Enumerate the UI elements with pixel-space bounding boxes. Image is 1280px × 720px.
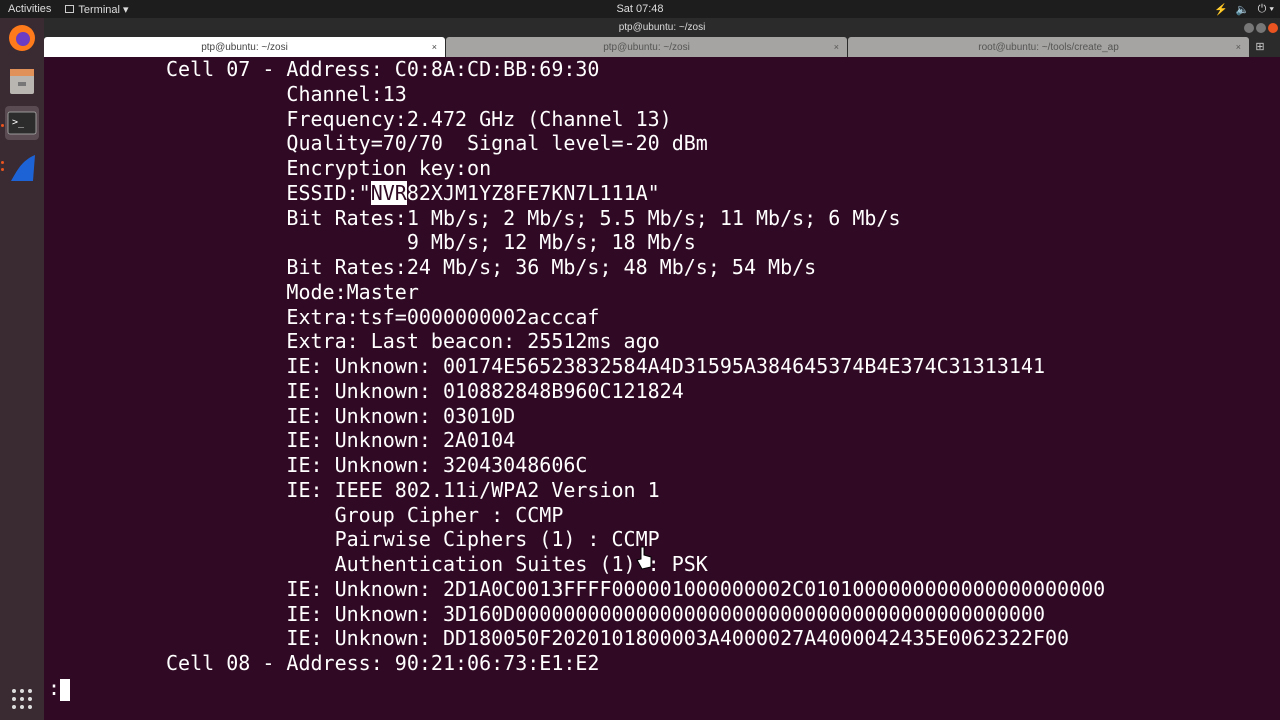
tab-label: root@ubuntu: ~/tools/create_ap xyxy=(978,41,1119,53)
files-icon[interactable] xyxy=(5,64,39,98)
firefox-icon[interactable] xyxy=(5,21,39,55)
terminal-line: IE: Unknown: 010882848B960C121824 xyxy=(166,378,684,403)
wireshark-icon[interactable] xyxy=(5,151,39,185)
terminal-line: IE: Unknown: 32043048606C xyxy=(166,453,588,477)
svg-text:>_: >_ xyxy=(12,117,25,128)
terminal-line: Pairwise Ciphers (1) : CCMP xyxy=(166,527,660,552)
tab-label: ptp@ubuntu: ~/zosi xyxy=(201,41,288,53)
terminal-line: Authentication Suites (1) : PSK xyxy=(166,552,708,576)
terminal-line: Frequency:2.472 GHz (Channel 13) xyxy=(166,106,672,131)
terminal-line: Group Cipher : CCMP xyxy=(166,502,564,527)
pager-prompt[interactable]: : xyxy=(48,676,71,701)
terminal-line: Cell 08 - Address: 90:21:06:73:E1:E2 xyxy=(166,651,600,675)
terminal-line: IE: Unknown: 3D160D000000000000000000000… xyxy=(166,601,1045,626)
tab-label: ptp@ubuntu: ~/zosi xyxy=(603,41,690,53)
terminal-line: 9 Mb/s; 12 Mb/s; 18 Mb/s xyxy=(166,230,696,255)
terminal-line: Mode:Master xyxy=(166,279,419,304)
app-menu-label: Terminal ▾ xyxy=(78,3,129,16)
close-tab-icon[interactable]: × xyxy=(834,42,839,52)
tab-3[interactable]: root@ubuntu: ~/tools/create_ap × xyxy=(848,37,1249,57)
terminal-line: IE: Unknown: 00174E56523832584A4D31595A3… xyxy=(166,354,1045,378)
prompt-text: : xyxy=(48,676,61,700)
dock: >_ xyxy=(0,18,44,720)
minimize-button[interactable] xyxy=(1244,23,1254,33)
close-window-button[interactable] xyxy=(1268,23,1278,33)
terminal-line: Extra:tsf=0000000002acccaf xyxy=(166,304,600,329)
window-title: ptp@ubuntu: ~/zosi xyxy=(618,22,706,33)
system-menu[interactable]: ⚡ 🔈 ⏻ ▾ xyxy=(1214,3,1274,16)
power-icon: ⏻ ▾ xyxy=(1257,2,1274,15)
terminal-line: IE: IEEE 802.11i/WPA2 Version 1 xyxy=(166,477,660,502)
running-indicator xyxy=(1,168,4,171)
close-tab-icon[interactable]: × xyxy=(1236,42,1241,52)
top-bar: Activities Terminal ▾ Sat 07:48 ⚡ 🔈 ⏻ ▾ xyxy=(0,0,1280,18)
volume-icon: 🔈 xyxy=(1235,3,1250,16)
terminal-line: Encryption key:on xyxy=(166,156,492,180)
show-apps-icon[interactable] xyxy=(5,682,39,716)
running-indicator xyxy=(1,161,4,164)
tab-2[interactable]: ptp@ubuntu: ~/zosi × xyxy=(446,37,847,57)
network-icon: ⚡ xyxy=(1214,3,1228,16)
terminal-small-icon xyxy=(65,5,75,13)
app-menu[interactable]: Terminal ▾ xyxy=(65,3,129,16)
close-tab-icon[interactable]: × xyxy=(432,42,437,52)
terminal-icon[interactable]: >_ xyxy=(5,106,39,140)
clock[interactable]: Sat 07:48 xyxy=(0,3,1280,15)
terminal-line: Bit Rates:24 Mb/s; 36 Mb/s; 48 Mb/s; 54 … xyxy=(166,255,817,279)
terminal-line: Quality=70/70 Signal level=-20 dBm xyxy=(166,131,708,156)
selected-text: NVR xyxy=(370,180,407,205)
terminal-line: Extra: Last beacon: 25512ms ago xyxy=(166,329,660,354)
terminal-output[interactable]: Cell 07 - Address: C0:8A:CD:BB:69:30 Cha… xyxy=(44,57,1280,720)
terminal-line: Cell 07 - Address: C0:8A:CD:BB:69:30 xyxy=(166,57,600,81)
running-indicator xyxy=(1,124,4,127)
essid-prefix: ESSID:" xyxy=(166,180,371,205)
terminal-line: ESSID:"NVR82XJM1YZ8FE7KN7L111A" xyxy=(166,180,1280,206)
tab-bar: ptp@ubuntu: ~/zosi × ptp@ubuntu: ~/zosi × … xyxy=(44,37,1280,57)
window-title-bar: ptp@ubuntu: ~/zosi xyxy=(44,18,1280,37)
terminal-line: IE: Unknown: 2D1A0C0013FFFF0000010000000… xyxy=(166,576,1106,601)
mouse-pointer-icon xyxy=(636,546,652,570)
terminal-line: IE: Unknown: 03010D xyxy=(166,403,516,428)
text-cursor xyxy=(60,678,71,701)
maximize-button[interactable] xyxy=(1256,23,1266,33)
terminal-line: Channel:13 xyxy=(166,81,407,106)
new-tab-button[interactable]: ⊞ xyxy=(1250,37,1270,57)
tab-1[interactable]: ptp@ubuntu: ~/zosi × xyxy=(44,37,445,57)
terminal-line: IE: Unknown: 2A0104 xyxy=(166,428,516,453)
essid-rest: 82XJM1YZ8FE7KN7L111A" xyxy=(406,180,660,205)
terminal-line: Bit Rates:1 Mb/s; 2 Mb/s; 5.5 Mb/s; 11 M… xyxy=(166,205,901,230)
terminal-line: IE: Unknown: DD180050F2020101800003A4000… xyxy=(166,626,1070,651)
activities-button[interactable]: Activities xyxy=(8,3,51,15)
